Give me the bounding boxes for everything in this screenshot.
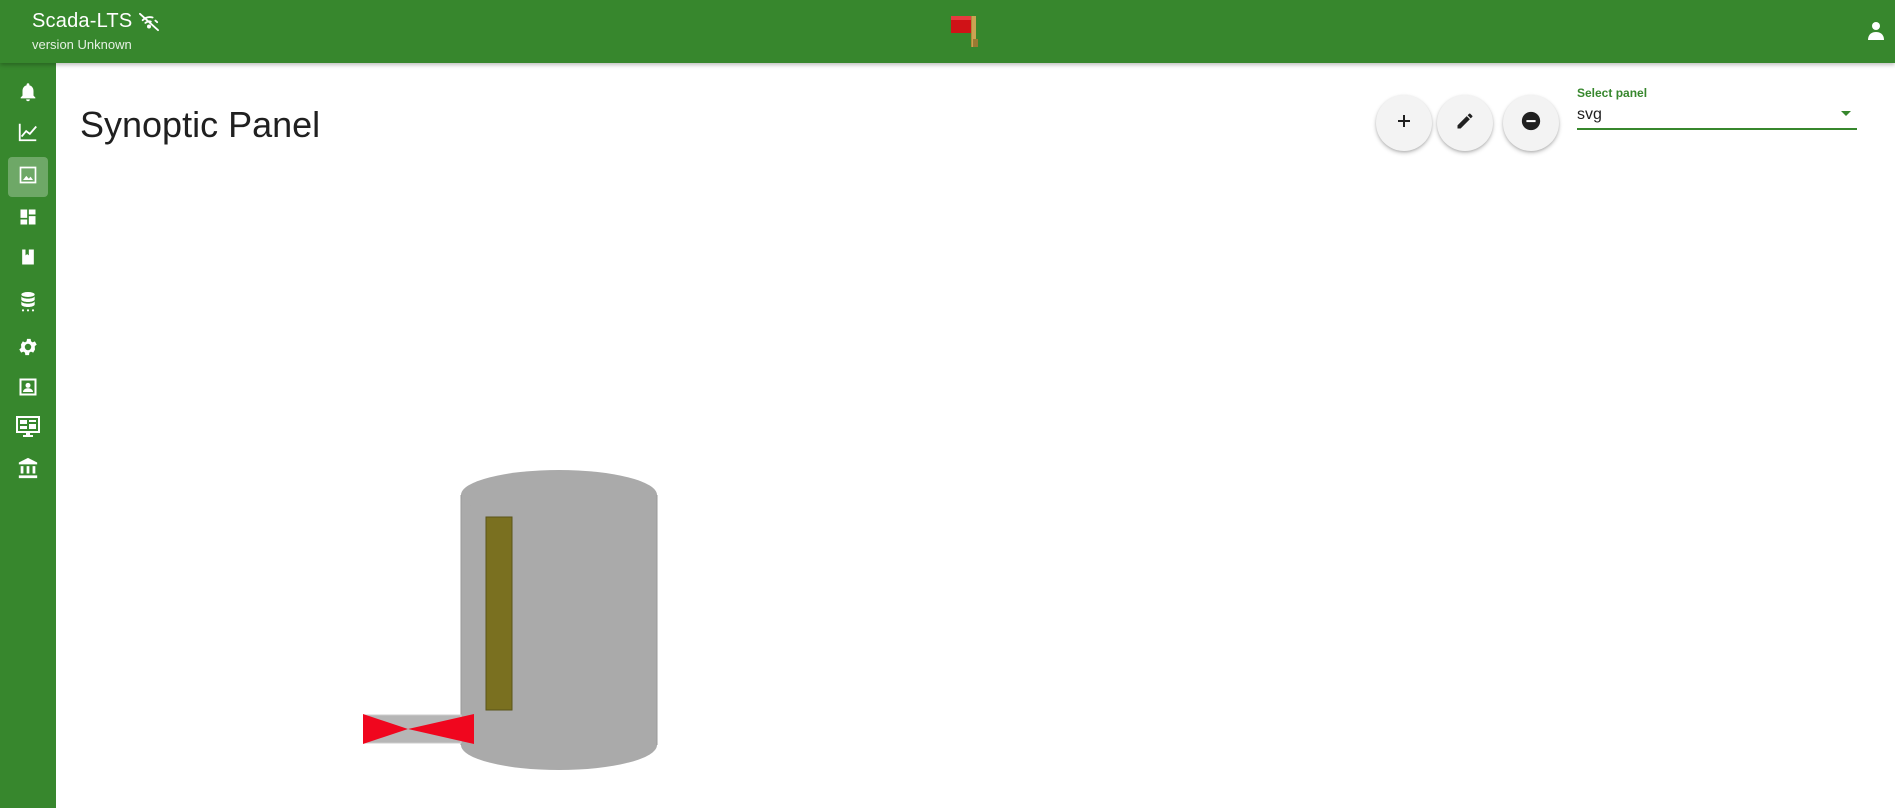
sidebar-item-dashboard[interactable] [8, 199, 48, 239]
select-panel-label: Select panel [1577, 86, 1648, 100]
top-bar: Scada-LTS version Unknown [0, 0, 1895, 63]
dashboard-icon [18, 207, 38, 232]
bookmark-icon [18, 247, 38, 272]
chart-line-icon [17, 121, 39, 148]
bell-icon [17, 81, 39, 108]
select-panel-field[interactable]: svg [1577, 104, 1857, 130]
select-panel-value: svg [1577, 106, 1602, 123]
delete-panel-button[interactable] [1503, 95, 1559, 151]
app-name: Scada-LTS [32, 10, 133, 32]
select-panel-dropdown[interactable]: Select panel svg [1577, 86, 1857, 130]
edit-panel-button[interactable] [1437, 95, 1493, 151]
sidebar-item-synoptic[interactable] [8, 157, 48, 197]
account-box-icon [18, 377, 38, 402]
synoptic-canvas [350, 455, 670, 785]
chevron-down-icon[interactable] [1841, 111, 1851, 116]
red-flag-icon[interactable] [950, 13, 986, 49]
app-title: Scada-LTS [32, 10, 160, 33]
sidebar-item-views[interactable] [8, 409, 48, 449]
app-version: version Unknown [32, 37, 132, 52]
sidebar [0, 63, 56, 808]
plus-icon [1395, 112, 1413, 135]
image-icon [18, 165, 38, 190]
sidebar-item-settings[interactable] [8, 329, 48, 369]
sidebar-item-system[interactable] [8, 450, 48, 490]
sidebar-item-alarms[interactable] [8, 74, 48, 114]
sidebar-item-reports[interactable] [8, 239, 48, 279]
wifi-off-icon [138, 12, 160, 32]
page-title: Synoptic Panel [80, 104, 321, 145]
sidebar-item-users[interactable] [8, 369, 48, 409]
bank-icon [17, 457, 39, 484]
monitor-dashboard-icon [16, 415, 40, 443]
database-icon [18, 291, 38, 318]
account-icon[interactable] [1863, 18, 1889, 44]
minus-circle-icon [1520, 110, 1542, 137]
sidebar-item-datasources[interactable] [8, 284, 48, 324]
tank-level-indicator [485, 516, 513, 711]
add-panel-button[interactable] [1376, 95, 1432, 151]
pencil-icon [1455, 111, 1475, 136]
gear-icon [17, 336, 39, 363]
sidebar-item-charts[interactable] [8, 114, 48, 154]
